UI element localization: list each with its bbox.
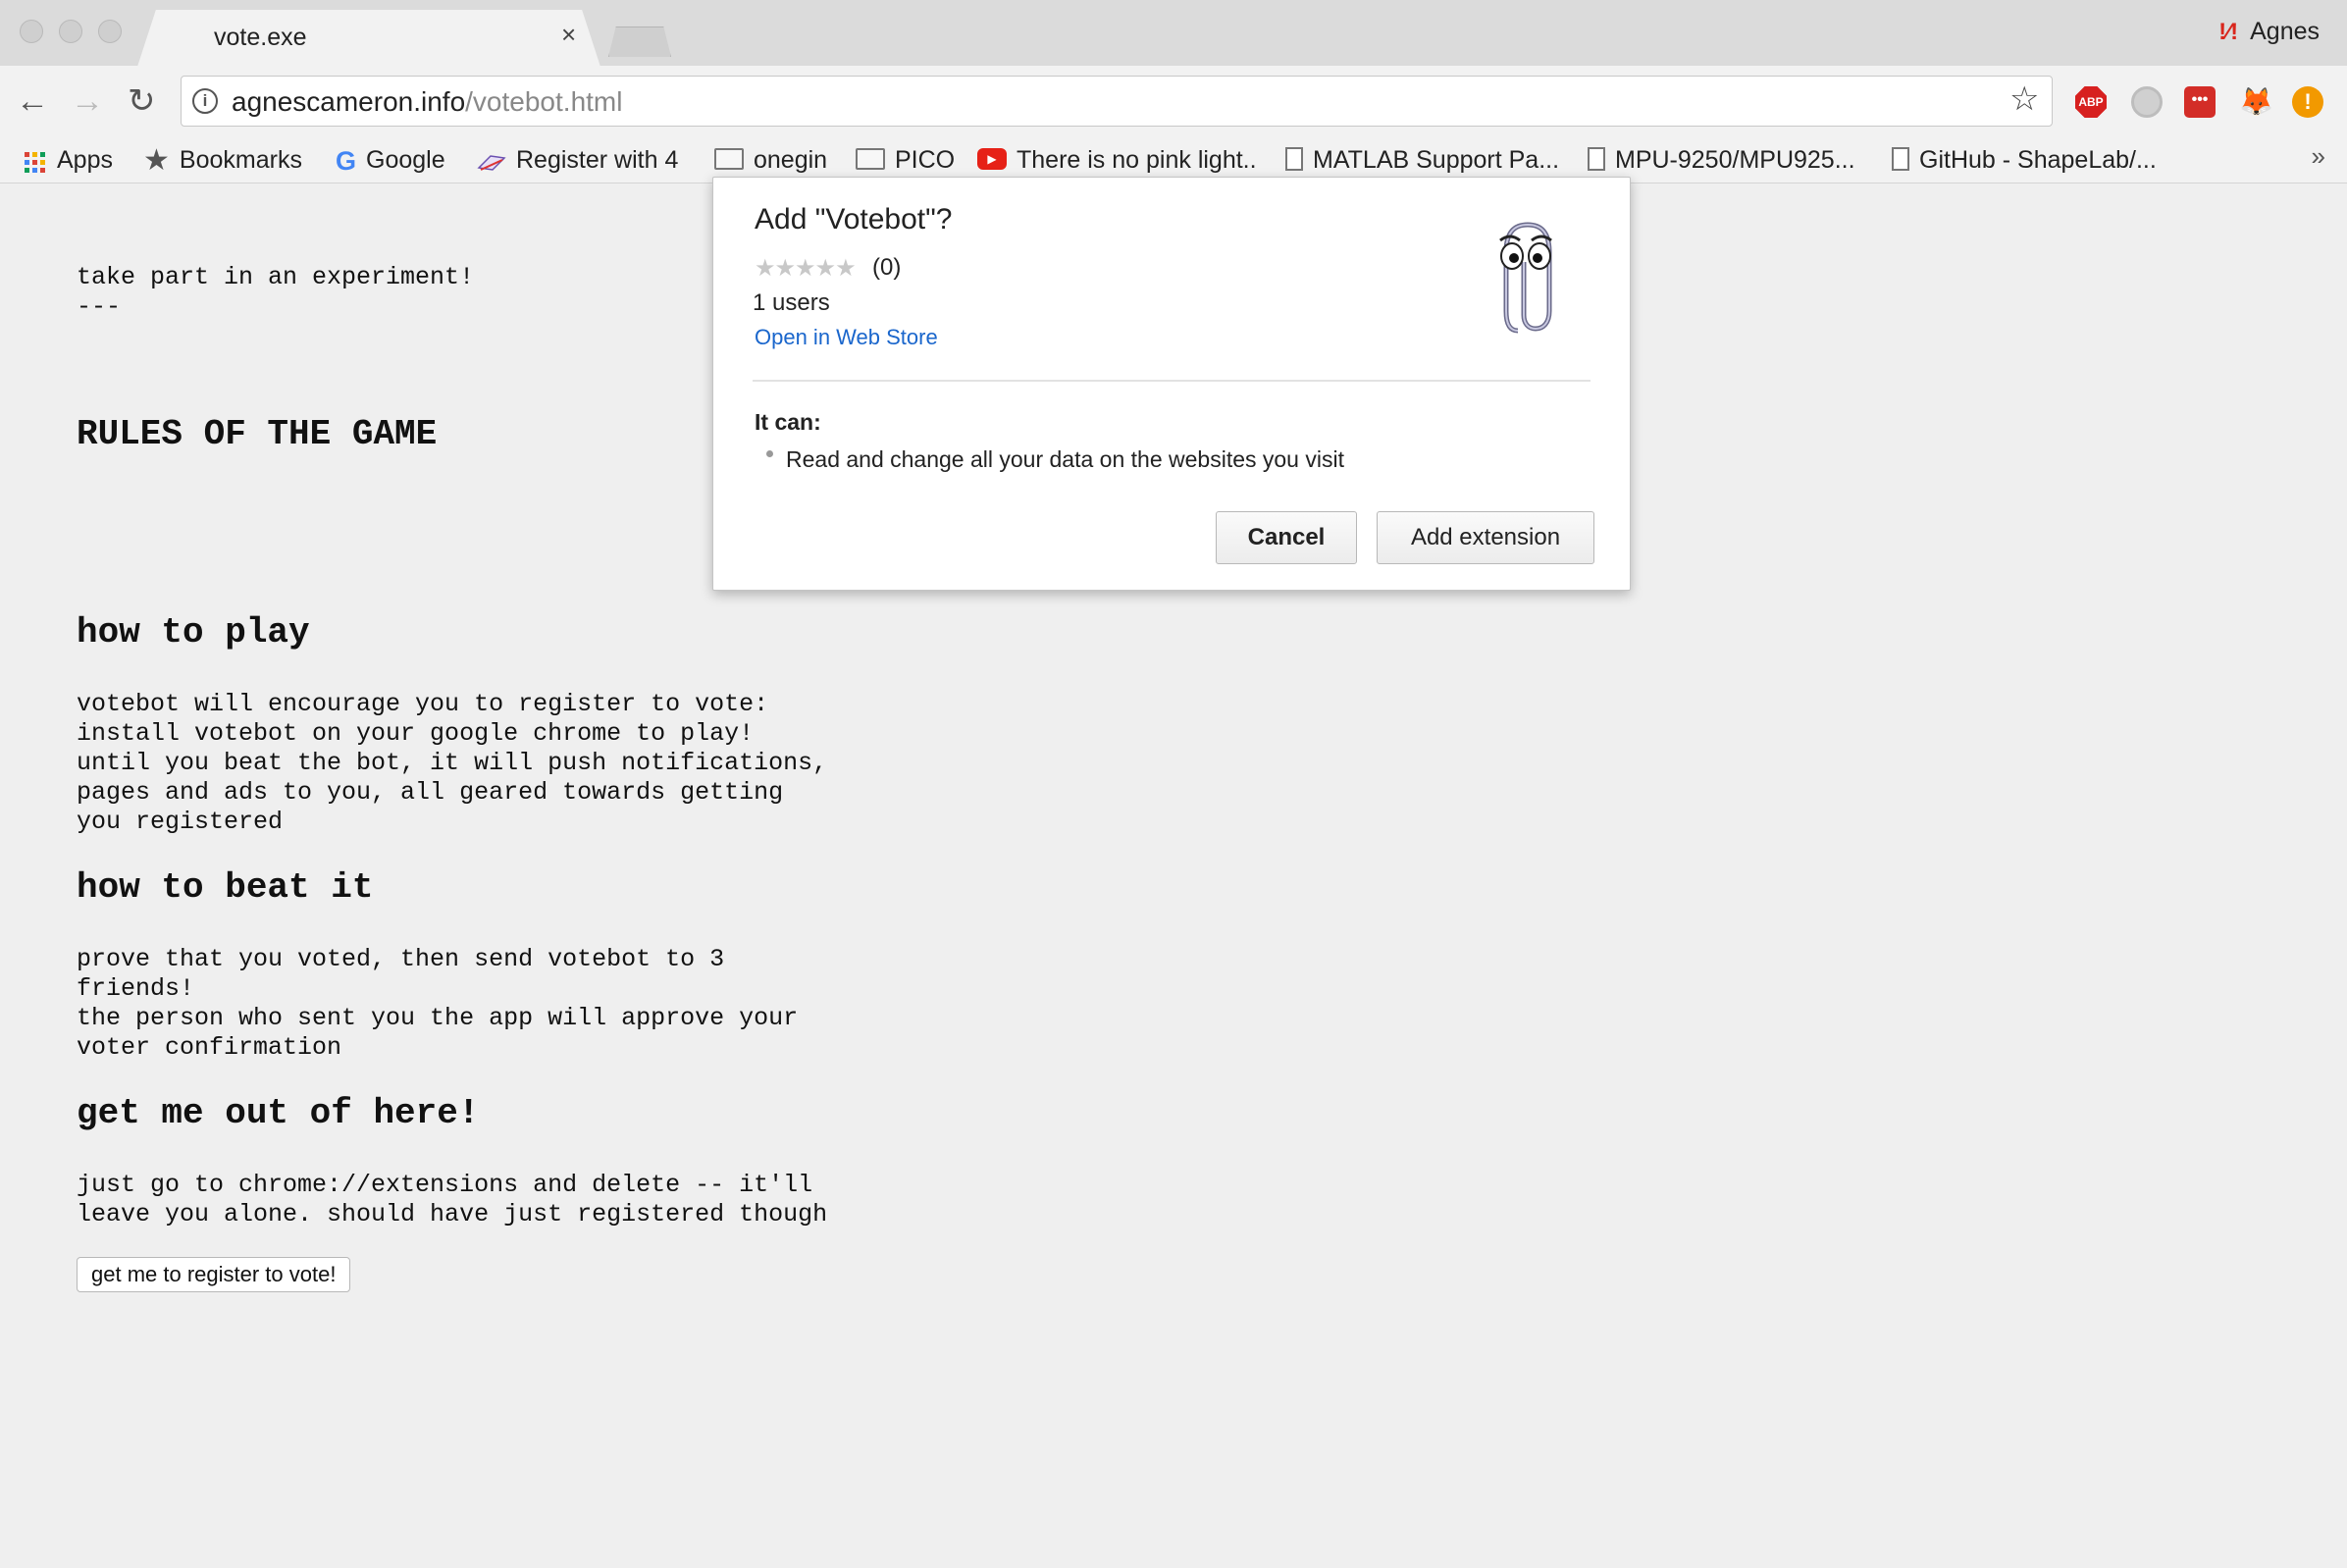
bookmarks-overflow-icon[interactable]: » [2312,141,2325,172]
tab-strip: vote.exe × !⁄! Agnes [0,0,2347,67]
profile-button[interactable]: !⁄! Agnes [2218,18,2320,46]
how-to-play-heading: how to play [77,612,310,653]
bookmark-github[interactable]: GitHub - ShapeLab/... [1892,143,2157,177]
register-to-vote-button[interactable]: get me to register to vote! [77,1257,351,1292]
bookmark-matlab[interactable]: MATLAB Support Pa... [1285,143,1559,177]
rules-heading: RULES OF THE GAME [77,414,438,454]
url-text[interactable]: agnescameron.info/votebot.html [232,86,622,118]
add-extension-dialog: Add "Votebot"? ★★★★★ (0) 1 users Open in… [712,177,1631,591]
rating-stars-icon: ★★★★★ [755,255,857,282]
user-count: 1 users [753,289,830,316]
new-tab-button[interactable] [608,26,671,57]
bookmark-label: Google [366,146,445,174]
bullet-icon [766,450,773,457]
lastpass-icon[interactable]: ••• [2184,86,2216,118]
add-extension-button[interactable]: Add extension [1377,511,1594,564]
rating-count: (0) [872,254,902,281]
bookmark-apps[interactable]: Apps [24,143,113,177]
tab-active[interactable] [137,10,600,67]
bookmark-label: Bookmarks [179,146,302,174]
bookmark-google[interactable]: G Google [336,143,445,177]
how-to-beat-heading: how to beat it [77,867,374,908]
forward-icon[interactable]: → [71,84,104,118]
youtube-icon: ▶ [977,148,1007,171]
bookmark-mpu[interactable]: MPU-9250/MPU925... [1588,143,1855,177]
google-icon: G [336,146,357,177]
back-icon[interactable]: ← [16,84,49,118]
bookmark-label: MATLAB Support Pa... [1313,146,1560,174]
bookmark-label: onegin [754,146,828,174]
permissions-heading: It can: [755,409,821,435]
get-out-heading: get me out of here! [77,1093,480,1133]
warning-icon[interactable]: ! [2292,86,2323,118]
minimize-window-button[interactable] [59,20,82,43]
bookmark-label: Apps [57,146,113,174]
intro-text: take part in an experiment! --- [77,263,475,321]
url-path: /votebot.html [465,86,623,117]
dialog-divider [753,380,1591,382]
bookmark-bookmarks[interactable]: ★ Bookmarks [143,143,302,177]
tab-close-icon[interactable]: × [561,22,576,47]
permission-item: Read and change all your data on the web… [786,446,1344,472]
adblock-icon[interactable]: ABP [2075,86,2107,118]
page-icon [1285,147,1303,172]
register-icon [477,144,506,178]
bookmark-pico[interactable]: PICO [856,143,955,177]
reload-icon[interactable]: ↻ [128,84,156,118]
metamask-fox-icon[interactable]: 🦊 [2239,86,2273,118]
page-icon [1892,147,1909,172]
close-window-button[interactable] [20,20,43,43]
apps-grid-icon [24,144,47,178]
bookmark-youtube[interactable]: ▶ There is no pink light.. [977,143,1257,177]
star-icon: ★ [143,144,170,178]
folder-icon [714,148,744,171]
site-info-icon[interactable]: i [192,88,218,114]
bookmark-register[interactable]: Register with 4 [477,143,678,177]
clippy-paperclip-icon [1499,222,1552,334]
bookmark-star-icon[interactable]: ☆ [2009,82,2039,116]
bookmark-onegin[interactable]: onegin [714,143,827,177]
url-host: agnescameron.info [232,86,466,117]
extension-icon[interactable] [2131,86,2163,118]
profile-name: Agnes [2250,18,2320,45]
cancel-button[interactable]: Cancel [1216,511,1357,564]
zoom-window-button[interactable] [98,20,122,43]
bookmark-label: MPU-9250/MPU925... [1615,146,1855,174]
how-to-play-text: votebot will encourage you to register t… [77,690,828,836]
bookmark-label: PICO [895,146,956,174]
bookmark-label: Register with 4 [516,146,679,174]
bookmark-label: There is no pink light.. [1017,146,1257,174]
folder-icon [856,148,885,171]
bookmark-label: GitHub - ShapeLab/... [1919,146,2157,174]
get-out-text: just go to chrome://extensions and delet… [77,1171,828,1228]
tab-title: vote.exe [214,24,307,51]
open-web-store-link[interactable]: Open in Web Store [755,325,938,350]
page-icon [1588,147,1605,172]
how-to-beat-text: prove that you voted, then send votebot … [77,945,799,1062]
profile-icon: !⁄! [2218,19,2239,45]
dialog-title: Add "Votebot"? [755,203,953,235]
